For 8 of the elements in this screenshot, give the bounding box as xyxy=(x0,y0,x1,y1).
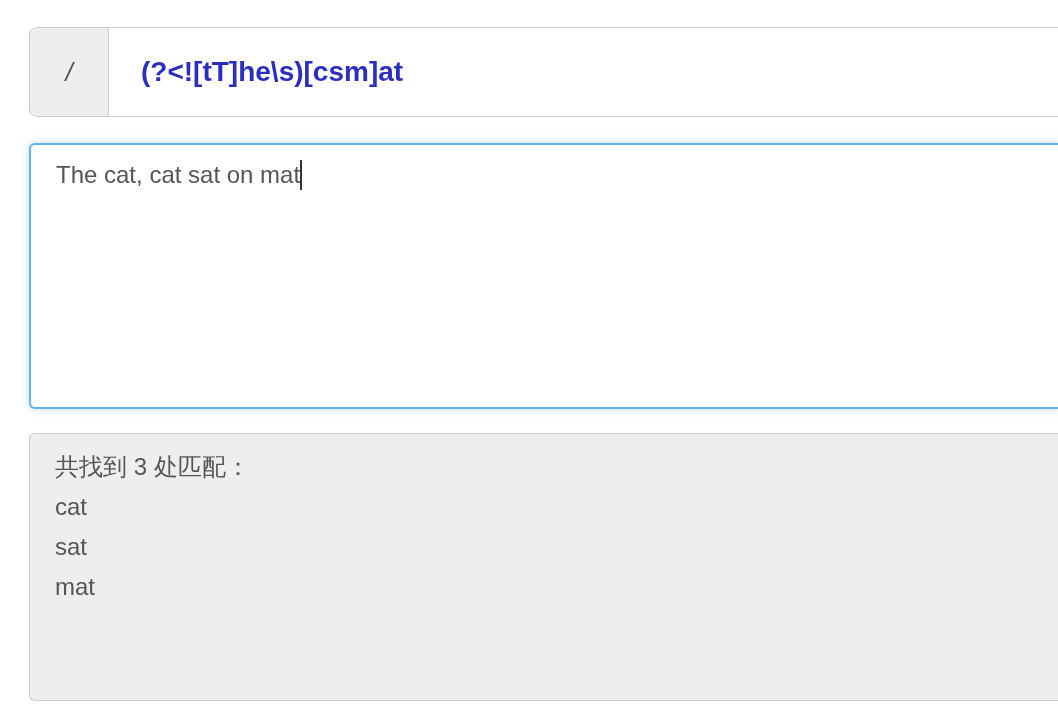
match-item: mat xyxy=(55,572,95,602)
text-cursor-icon xyxy=(300,159,303,190)
regex-delimiter: / xyxy=(29,27,109,117)
test-text-area[interactable]: The cat, cat sat on mat xyxy=(29,143,1058,409)
match-item: cat xyxy=(55,492,87,522)
regex-input[interactable]: (?<![tT]he\s)[csm]at xyxy=(109,27,1058,117)
match-summary: 共找到 3 处匹配： xyxy=(55,452,250,482)
match-item: sat xyxy=(55,532,87,562)
